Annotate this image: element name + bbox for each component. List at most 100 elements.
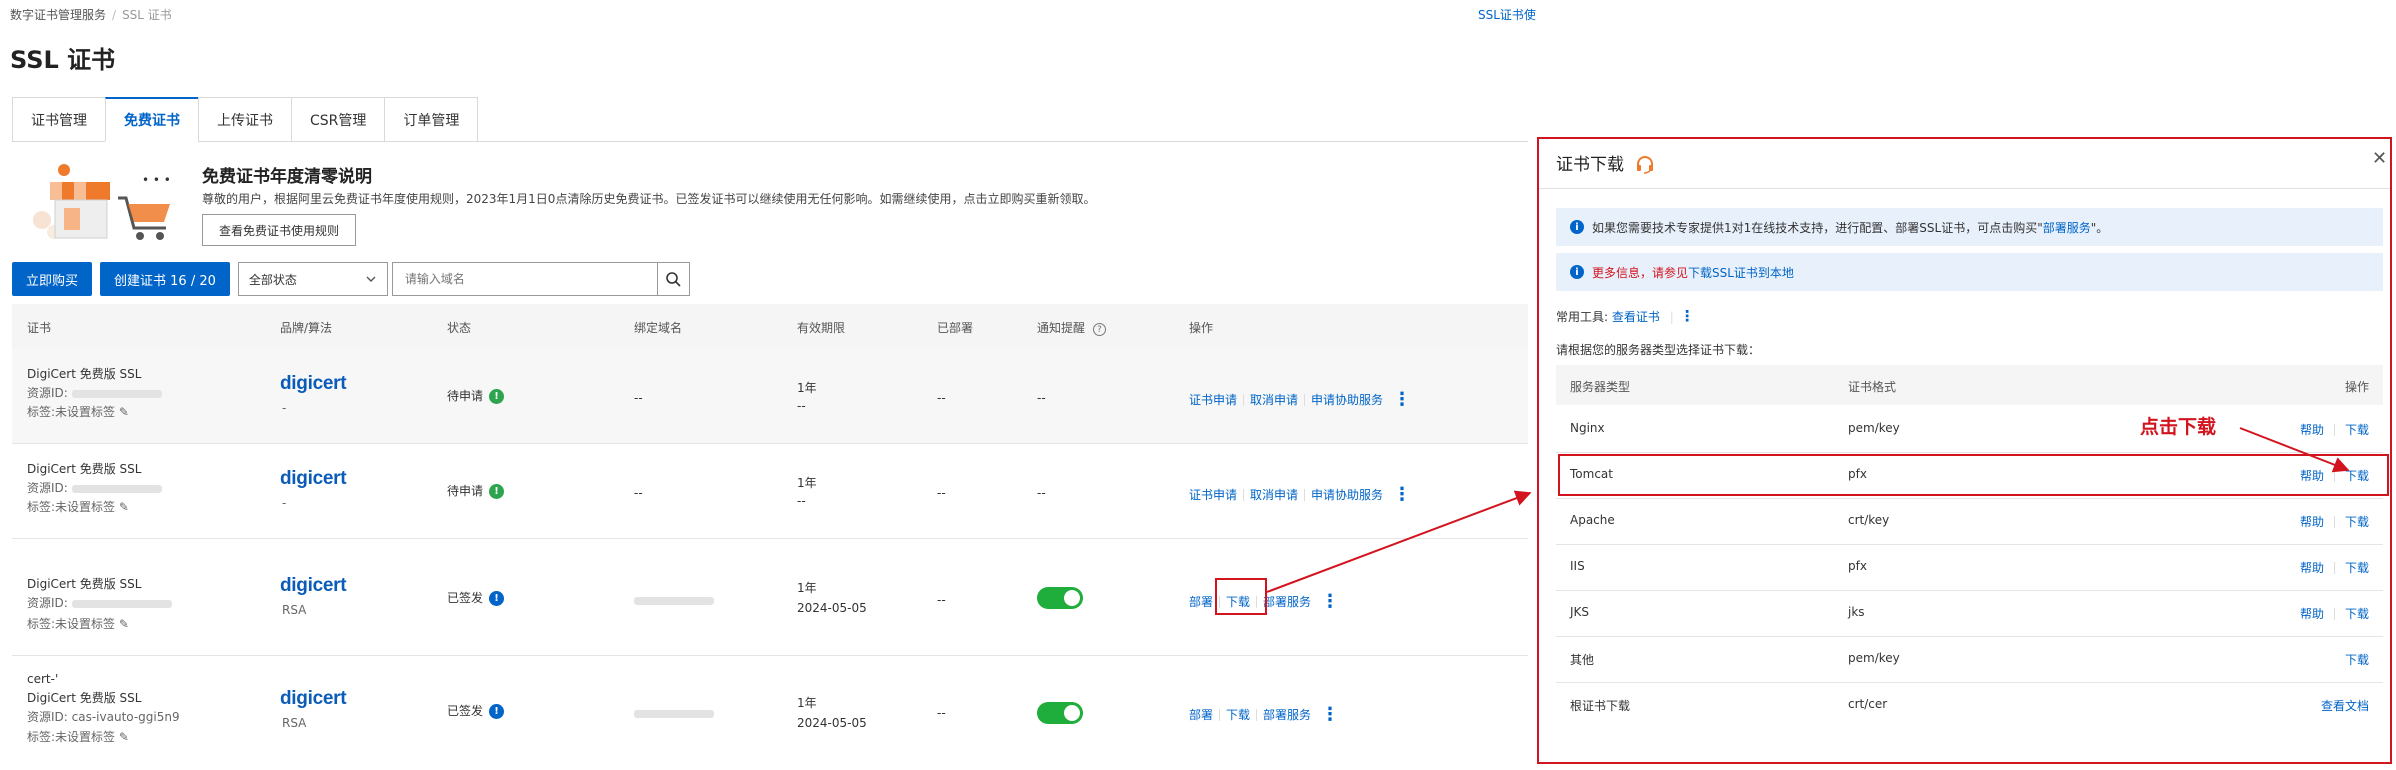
click-download-annotation: 点击下载 (2140, 416, 2217, 438)
digicert-brand-text: digicert (280, 468, 347, 489)
info-icon: i (1570, 265, 1584, 279)
cert-format: crt/cer (1848, 697, 1888, 711)
algorithm: - (282, 496, 287, 510)
deploy-service-link[interactable]: 部署服务 (1263, 706, 1311, 723)
cancel-apply-link[interactable]: 取消申请 (1250, 486, 1298, 503)
download-ssl-doc-link[interactable]: 下载SSL证书到本地 (1688, 264, 1794, 281)
bound-domain: -- (634, 391, 643, 405)
breadcrumb-root[interactable]: 数字证书管理服务 (10, 8, 106, 22)
help-link[interactable]: 帮助 (2300, 421, 2324, 438)
more-actions-icon[interactable]: ⋮ (1393, 484, 1411, 505)
download-link[interactable]: 下载 (1226, 706, 1250, 723)
server-type: JKS (1570, 605, 1590, 619)
download-link[interactable]: 下载 (2345, 421, 2369, 438)
status-text: 已签发! (447, 589, 505, 607)
deployed-count: -- (937, 486, 946, 500)
tab-csr-management[interactable]: CSR管理 (291, 97, 385, 142)
tag-link[interactable]: 标签:未设置标签 ✎ (27, 403, 129, 421)
tag-label: 标签:未设置标签 (27, 500, 116, 514)
headset-icon[interactable] (1635, 156, 1655, 174)
cert-name: cert-' (27, 672, 59, 686)
issued-status-icon: ! (489, 591, 505, 606)
resource-id: 资源ID: cas-ivauto-ggi5n9 (27, 710, 180, 724)
table-header: 证书 品牌/算法 状态 绑定域名 有效期限 已部署 通知提醒 ? 操作 (12, 304, 1528, 349)
close-icon[interactable]: ✕ (2372, 148, 2387, 169)
help-link[interactable]: 帮助 (2300, 605, 2324, 622)
more-tools-icon[interactable]: ⋮ (1680, 307, 1695, 325)
notify-toggle[interactable] (1037, 702, 1083, 724)
deploy-link[interactable]: 部署 (1189, 706, 1213, 723)
tab-cert-management[interactable]: 证书管理 (12, 97, 105, 142)
tab-upload-cert[interactable]: 上传证书 (198, 97, 291, 142)
digicert-brand-text: digicert (280, 575, 347, 596)
info-banner-more: i 更多信息，请参见 下载SSL证书到本地 (1556, 253, 2383, 291)
tag-link[interactable]: 标签:未设置标签 ✎ (27, 498, 129, 516)
deployed-count: -- (937, 593, 946, 607)
status-text: 已签发! (447, 702, 505, 720)
download-link[interactable]: 下载 (2345, 651, 2369, 668)
tag-link[interactable]: 标签:未设置标签 ✎ (27, 615, 129, 633)
more-actions-icon[interactable]: ⋮ (1393, 389, 1411, 410)
status-select[interactable]: 全部状态 (237, 262, 388, 296)
buy-now-button[interactable]: 立即购买 (12, 262, 93, 296)
expiry-date: -- (797, 399, 806, 413)
notify-value: -- (1037, 486, 1046, 500)
apply-assist-service-link[interactable]: 申请协助服务 (1311, 391, 1383, 408)
pending-status-icon: ! (489, 484, 505, 499)
digicert-logo: digicert (280, 468, 347, 490)
help-link[interactable]: 帮助 (2300, 513, 2324, 530)
domain-search-input[interactable] (391, 262, 658, 296)
resource-id: 资源ID: (27, 384, 162, 402)
tab-order-management[interactable]: 订单管理 (384, 97, 479, 142)
cert-format: crt/key (1848, 513, 1890, 527)
download-highlight-box (1215, 578, 1267, 615)
tag-link[interactable]: 标签:未设置标签 ✎ (27, 728, 129, 746)
tomcat-row-highlight-box (1558, 454, 2389, 496)
info-banner-service: i 如果您需要技术专家提供1对1在线技术支持，进行配置、部署SSL证书，可点击购… (1556, 208, 2383, 246)
status-label: 已签发 (447, 704, 484, 718)
search-button[interactable] (657, 262, 690, 296)
bound-domain (634, 591, 714, 609)
cert-type: DigiCert 免费版 SSL (27, 577, 142, 591)
view-cert-link[interactable]: 查看证书 (1612, 310, 1660, 324)
algorithm: RSA (282, 603, 307, 617)
view-docs-link[interactable]: 查看文档 (2321, 697, 2369, 714)
notify-toggle[interactable] (1037, 587, 1083, 609)
create-cert-button[interactable]: 创建证书 16 / 20 (100, 262, 230, 296)
deploy-service-link[interactable]: 部署服务 (2043, 219, 2091, 236)
apply-cert-link[interactable]: 证书申请 (1189, 486, 1237, 503)
download-link[interactable]: 下载 (2345, 513, 2369, 530)
download-link[interactable]: 下载 (2345, 559, 2369, 576)
apply-assist-service-link[interactable]: 申请协助服务 (1311, 486, 1383, 503)
column-header-notify-label: 通知提醒 (1037, 321, 1086, 335)
breadcrumb-current: SSL 证书 (122, 8, 172, 22)
column-header-actions: 操作 (1189, 321, 1214, 335)
deploy-service-link[interactable]: 部署服务 (1263, 593, 1311, 610)
more-actions-icon[interactable]: ⋮ (1321, 704, 1339, 725)
edit-icon: ✎ (118, 730, 129, 744)
view-free-cert-rules-button[interactable]: 查看免费证书使用规则 (202, 214, 357, 246)
table-row: cert-' DigiCert 免费版 SSL 资源ID: cas-ivauto… (12, 656, 1528, 770)
digicert-logo: digicert (280, 688, 347, 710)
help-icon[interactable]: ? (1092, 323, 1106, 336)
server-type: IIS (1570, 559, 1585, 573)
cert-type: DigiCert 免费版 SSL (27, 367, 142, 381)
cert-format: pfx (1848, 559, 1867, 573)
download-link[interactable]: 下载 (2345, 605, 2369, 622)
digicert-logo: digicert (280, 575, 347, 597)
column-header-domain: 绑定域名 (634, 321, 683, 335)
tab-free-cert[interactable]: 免费证书 (105, 97, 198, 142)
deploy-link[interactable]: 部署 (1189, 593, 1213, 610)
resource-id-label: 资源ID: (27, 386, 68, 400)
digicert-brand-text: digicert (280, 688, 347, 709)
info-icon: i (1570, 220, 1584, 234)
resource-id: 资源ID: (27, 479, 162, 497)
validity-period: 1年 (797, 581, 817, 595)
more-actions-icon[interactable]: ⋮ (1321, 591, 1339, 612)
issued-status-icon: ! (489, 704, 505, 719)
apply-cert-link[interactable]: 证书申请 (1189, 391, 1237, 408)
server-type: Apache (1570, 513, 1615, 527)
help-link[interactable]: 帮助 (2300, 559, 2324, 576)
cancel-apply-link[interactable]: 取消申请 (1250, 391, 1298, 408)
ssl-usage-link[interactable]: SSL证书使 (1478, 6, 1536, 23)
